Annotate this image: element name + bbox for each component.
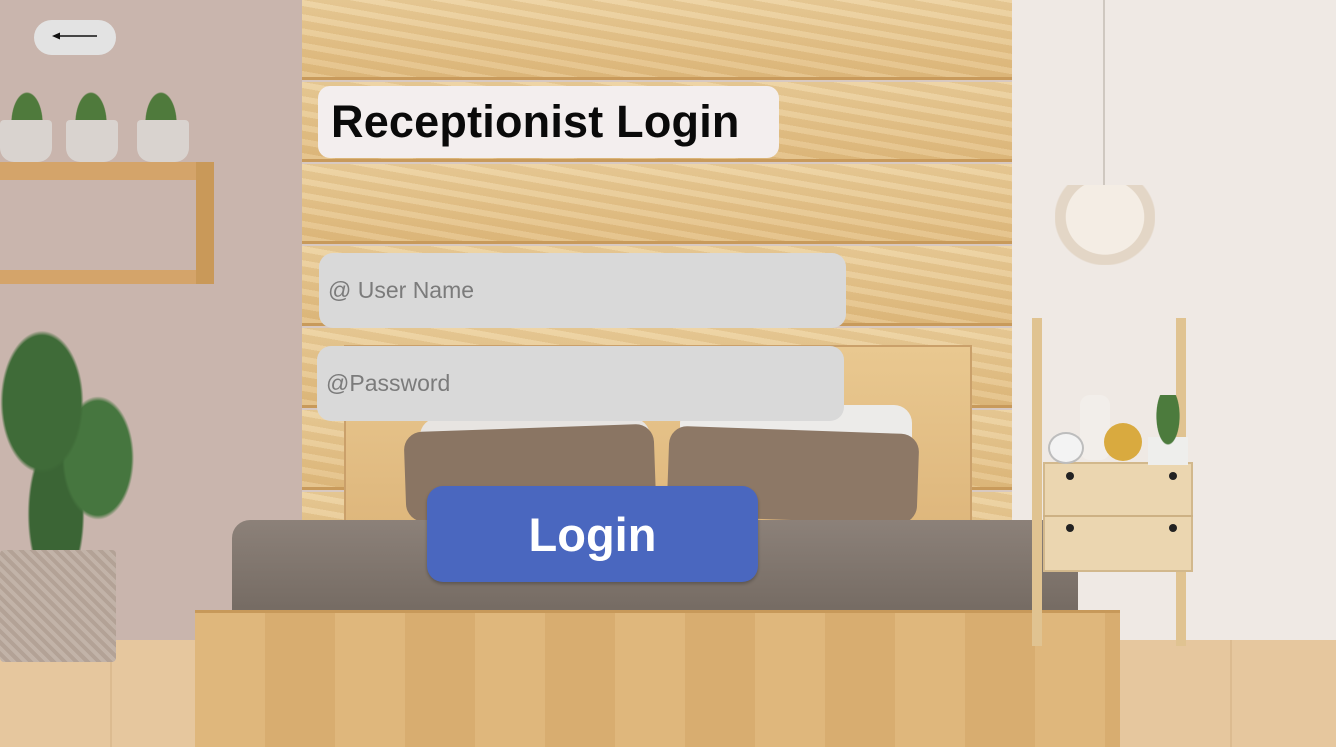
plant-leaves: [0, 70, 54, 124]
plant-basket: [0, 550, 116, 662]
gold-vase: [1104, 423, 1142, 461]
page-title-box: Receptionist Login: [318, 86, 779, 158]
small-plant: [1148, 395, 1188, 465]
login-button[interactable]: Login: [427, 486, 758, 582]
password-field[interactable]: [317, 346, 844, 421]
username-field[interactable]: [319, 253, 846, 328]
page-title: Receptionist Login: [331, 96, 740, 147]
plant-pot: [0, 120, 52, 162]
floor-plant: [0, 290, 140, 570]
arrow-left-icon: [51, 30, 99, 45]
back-button[interactable]: [34, 20, 116, 55]
pendant-lamp: [1055, 185, 1155, 265]
wall-shelf: [0, 162, 214, 180]
password-input[interactable]: [317, 346, 844, 421]
bed-base: [195, 610, 1120, 747]
username-input[interactable]: [319, 253, 846, 328]
clock: [1048, 432, 1084, 464]
